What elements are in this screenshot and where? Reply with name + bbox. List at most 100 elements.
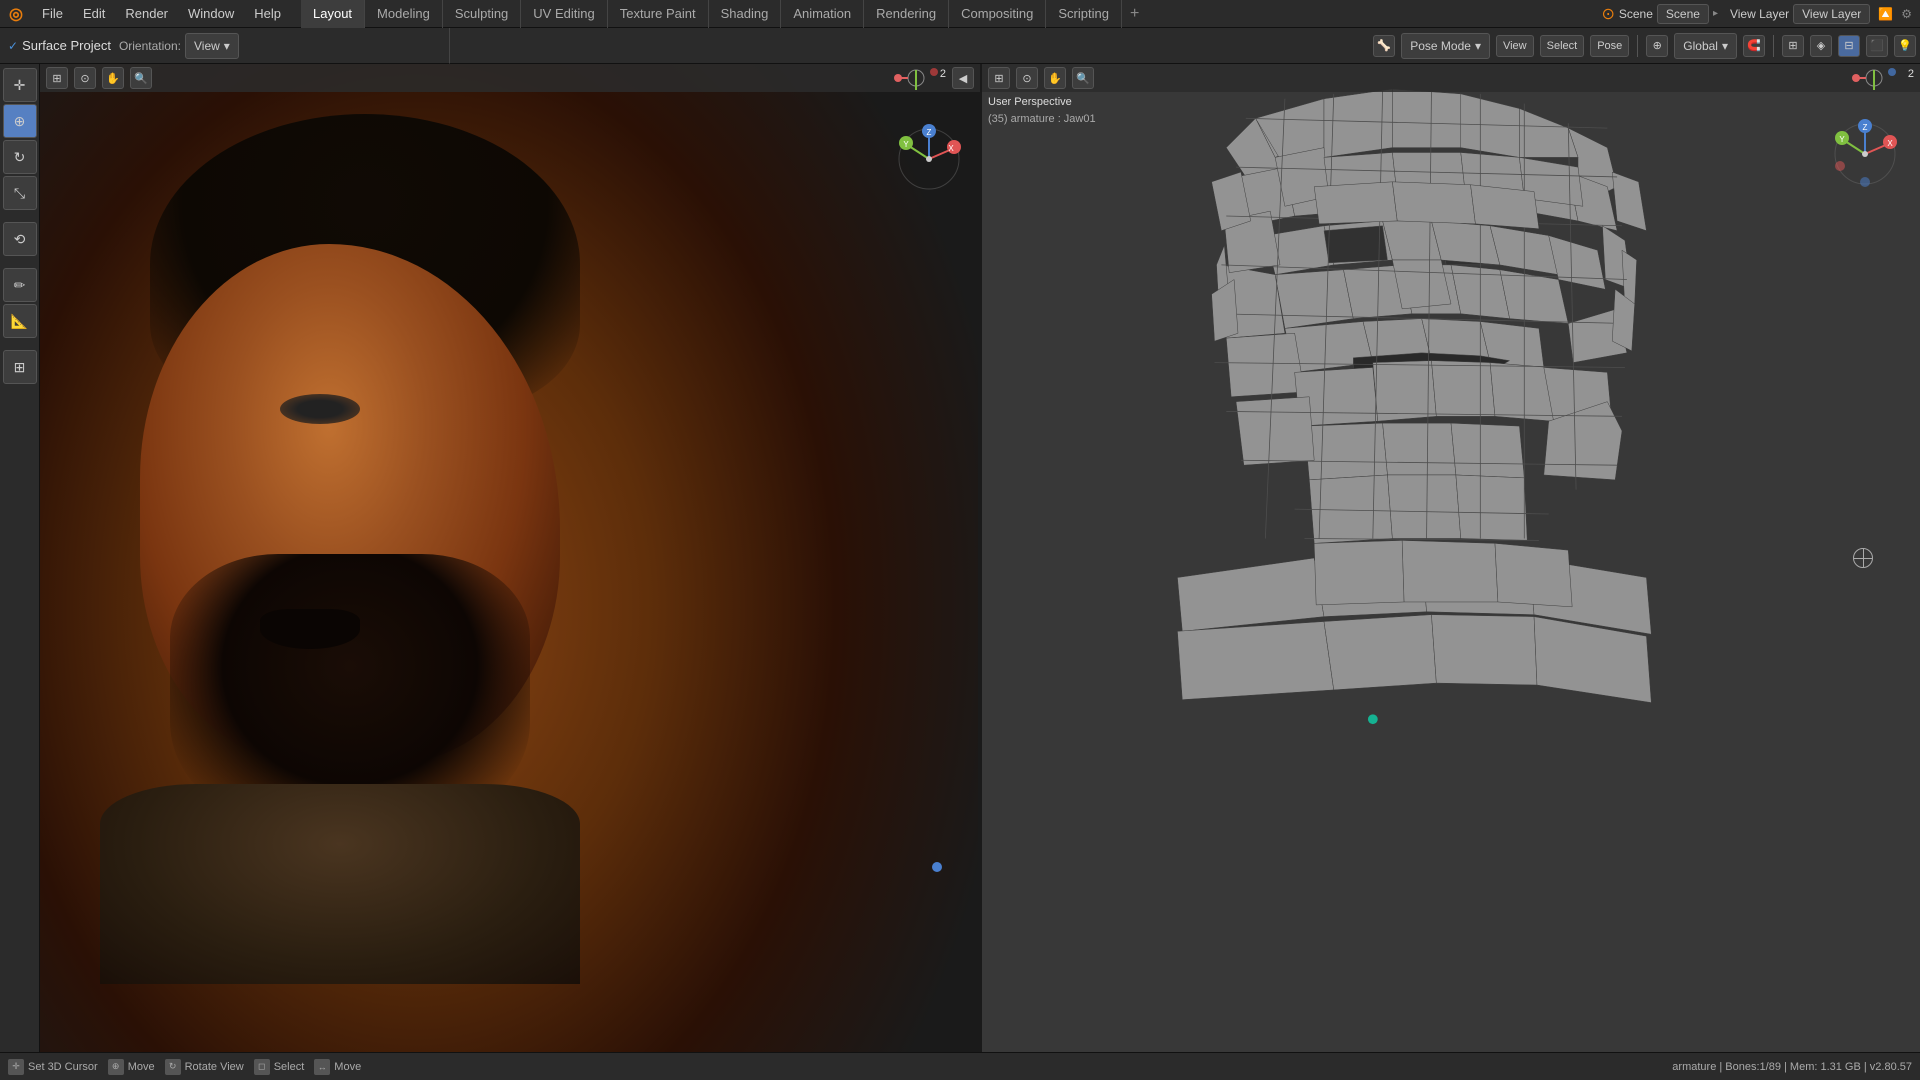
- viewport-right-header: ⊞ ⊙ ✋ 🔍 2: [982, 64, 1920, 92]
- status-info-right: armature | Bones:1/89 | Mem: 1.31 GB | v…: [1672, 1061, 1912, 1073]
- blender-logo: ◎: [0, 0, 32, 28]
- tab-texture-paint[interactable]: Texture Paint: [608, 0, 709, 28]
- solid-btn-right[interactable]: ⬛: [1866, 35, 1888, 57]
- svg-text:X: X: [948, 144, 954, 153]
- tab-rendering[interactable]: Rendering: [864, 0, 949, 28]
- svg-text:Z: Z: [927, 128, 932, 137]
- tab-scripting[interactable]: Scripting: [1046, 0, 1122, 28]
- pose-mode-dropdown-right[interactable]: Pose Mode ▾: [1401, 33, 1490, 59]
- view-layer-label: View Layer: [1730, 7, 1789, 21]
- vp-left-zoom-icon[interactable]: 🔍: [130, 67, 152, 89]
- settings-icon: ⚙: [1901, 7, 1912, 21]
- viewports-container: ⊞ ⊙ ✋ 🔍 2: [40, 64, 1920, 1052]
- svg-text:Z: Z: [1863, 123, 1868, 132]
- tab-compositing[interactable]: Compositing: [949, 0, 1046, 28]
- toggle-split-icon[interactable]: ◀: [952, 67, 974, 89]
- viewport-right-gizmo-bar: 2: [1844, 66, 1914, 90]
- overlay-icon-right[interactable]: ⊞: [1782, 35, 1804, 57]
- cursor-tool-btn[interactable]: ✛: [3, 68, 37, 102]
- pose-btn-right[interactable]: Pose: [1590, 35, 1629, 57]
- viewport-right[interactable]: ⊞ ⊙ ✋ 🔍 2 Us: [980, 64, 1920, 1052]
- tab-shading[interactable]: Shading: [709, 0, 782, 28]
- status-cursor-tool: ✛ Set 3D Cursor: [8, 1059, 98, 1075]
- mouth-region: [260, 609, 360, 649]
- viewport-right-info: User Perspective (35) armature : Jaw01: [988, 94, 1096, 127]
- move-tool-btn[interactable]: ⊕: [3, 104, 37, 138]
- add-workspace-button[interactable]: +: [1122, 5, 1147, 23]
- vp-left-bone-icon[interactable]: ⊙: [74, 67, 96, 89]
- project-selector[interactable]: ✓ Surface Project: [8, 38, 111, 53]
- transform-tool-btn[interactable]: ⟲: [3, 222, 37, 256]
- svg-text:Y: Y: [1839, 135, 1845, 144]
- viewport-left[interactable]: ⊞ ⊙ ✋ 🔍 2: [40, 64, 980, 1052]
- clothing-region: [100, 784, 580, 984]
- annotate-tool-btn[interactable]: ✏: [3, 268, 37, 302]
- vp-right-hand-icon[interactable]: ✋: [1044, 67, 1066, 89]
- left-toolbar: ✛ ⊕ ↻ ⤡ ⟲ ✏ 📐 ⊞: [0, 64, 40, 1052]
- vp-left-hand-icon[interactable]: ✋: [102, 67, 124, 89]
- workspace-tabs: Layout Modeling Sculpting UV Editing Tex…: [301, 0, 1601, 28]
- nav-gizmo-right[interactable]: X Y Z: [1830, 119, 1900, 189]
- scene-label: Scene: [1619, 7, 1653, 21]
- wireframe-btn-right[interactable]: ⊟: [1838, 35, 1860, 57]
- top-right-controls: ⊙ Scene Scene ▸ View Layer View Layer 🔼 …: [1601, 4, 1912, 24]
- scene-selector[interactable]: Scene: [1657, 4, 1709, 24]
- tab-animation[interactable]: Animation: [781, 0, 864, 28]
- viewport-center-dot: [932, 862, 942, 872]
- top-menu-bar: ◎ File Edit Render Window Help Layout Mo…: [0, 0, 1920, 28]
- mode-icon-right[interactable]: 🦴: [1373, 35, 1395, 57]
- measure-tool-btn[interactable]: 📐: [3, 304, 37, 338]
- check-icon: ✓: [8, 39, 18, 53]
- right-gizmo-svg: [1844, 66, 1904, 90]
- main-area: ✛ ⊕ ↻ ⤡ ⟲ ✏ 📐 ⊞ ⊞ ⊙ ✋ 🔍 2: [0, 64, 1920, 1052]
- viewport-divider[interactable]: [978, 64, 982, 1052]
- status-select-tool: ◻ Select: [254, 1059, 305, 1075]
- orientation-dropdown[interactable]: View ▾: [185, 33, 239, 59]
- sep3: [1637, 35, 1638, 57]
- viewport-crosshair: [1853, 548, 1873, 568]
- pivot-icon-right[interactable]: ⊕: [1646, 35, 1668, 57]
- cursor-icon: ✛: [8, 1059, 24, 1075]
- shading-icon-right[interactable]: ◈: [1810, 35, 1832, 57]
- viewport-num: 2: [940, 68, 946, 80]
- global-dropdown-right[interactable]: Global ▾: [1674, 33, 1737, 59]
- menu-window[interactable]: Window: [178, 0, 244, 28]
- menu-edit[interactable]: Edit: [73, 0, 115, 28]
- status-move-tool: ⊕ Move: [108, 1059, 155, 1075]
- rendered-btn-right[interactable]: 💡: [1894, 35, 1916, 57]
- move2-icon: ↔: [314, 1059, 330, 1075]
- snap-icon-right[interactable]: 🧲: [1743, 35, 1765, 57]
- menu-file[interactable]: File: [32, 0, 73, 28]
- rotate-icon: ↻: [165, 1059, 181, 1075]
- wireframe-svg: .wf-line { stroke: #555; stroke-width: 0…: [982, 64, 1920, 1052]
- select-btn-right[interactable]: Select: [1540, 35, 1585, 57]
- select-icon: ◻: [254, 1059, 270, 1075]
- nav-gizmo-left[interactable]: X Y Z: [894, 124, 964, 194]
- tab-modeling[interactable]: Modeling: [365, 0, 443, 28]
- vp-left-grid-icon[interactable]: ⊞: [46, 67, 68, 89]
- project-toolbar: ✓ Surface Project Orientation: View ▾: [0, 28, 450, 64]
- vp-right-grid-icon[interactable]: ⊞: [988, 67, 1010, 89]
- left-gizmo-svg: [886, 66, 946, 90]
- orientation-selector[interactable]: Orientation: View ▾: [119, 33, 239, 59]
- extra-tool-btn[interactable]: ⊞: [3, 350, 37, 384]
- svg-text:Y: Y: [903, 140, 909, 149]
- view-btn-right[interactable]: View: [1496, 35, 1534, 57]
- vp-right-zoom-icon[interactable]: 🔍: [1072, 67, 1094, 89]
- move-icon: ⊕: [108, 1059, 124, 1075]
- status-move-tool2: ↔ Move: [314, 1059, 361, 1075]
- status-rotate-tool: ↻ Rotate View: [165, 1059, 244, 1075]
- sep4: [1773, 35, 1774, 57]
- menu-render[interactable]: Render: [115, 0, 178, 28]
- tab-layout[interactable]: Layout: [301, 0, 365, 28]
- expand-icon: 🔼: [1878, 7, 1893, 21]
- tab-sculpting[interactable]: Sculpting: [443, 0, 521, 28]
- tab-uv-editing[interactable]: UV Editing: [521, 0, 607, 28]
- menu-help[interactable]: Help: [244, 0, 291, 28]
- viewport-left-gizmo-bar: 2: [886, 66, 946, 90]
- scale-tool-btn[interactable]: ⤡: [3, 176, 37, 210]
- view-layer-selector[interactable]: View Layer: [1793, 4, 1870, 24]
- rotate-tool-btn[interactable]: ↻: [3, 140, 37, 174]
- vp-right-bone-icon[interactable]: ⊙: [1016, 67, 1038, 89]
- viewport-left-header: ⊞ ⊙ ✋ 🔍 2: [40, 64, 980, 92]
